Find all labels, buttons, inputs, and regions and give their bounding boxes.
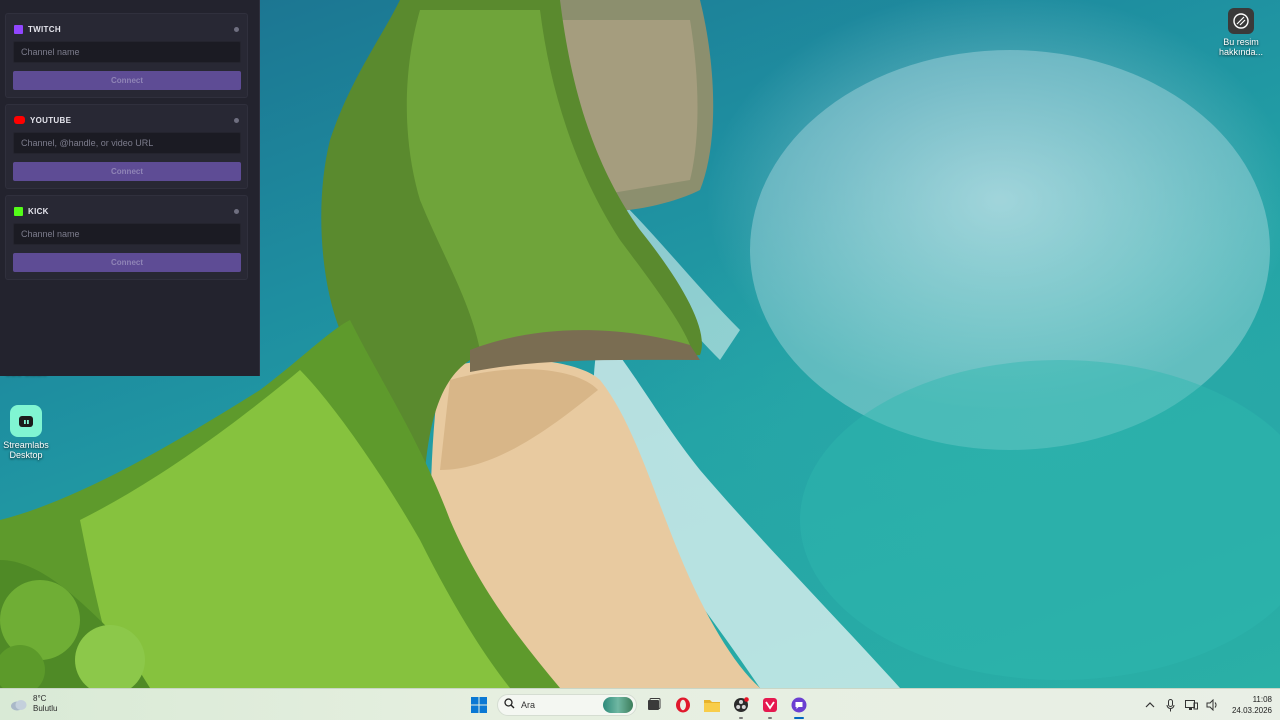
youtube-card: YOUTUBE Connect <box>5 104 248 189</box>
microphone-icon[interactable] <box>1163 697 1179 713</box>
twitch-title: TWITCH <box>28 24 61 34</box>
task-view-icon[interactable] <box>641 693 667 717</box>
clock-date: 24.03.2026 <box>1231 706 1272 715</box>
search-label: Ara <box>521 700 536 710</box>
taskbar-search[interactable]: Ara <box>497 694 637 716</box>
kick-card: KICK Connect <box>5 195 248 280</box>
search-highlight-image <box>603 697 633 713</box>
cloud-icon <box>10 698 28 711</box>
about-picture-icon <box>1228 8 1254 34</box>
youtube-channel-input[interactable] <box>13 132 241 154</box>
taskbar-apps: Ara <box>466 693 815 719</box>
app-purple-chat-icon[interactable] <box>786 693 812 719</box>
kick-title: KICK <box>28 206 49 216</box>
taskbar-clock[interactable]: 11:08 24.03.2026 <box>1232 694 1272 716</box>
youtube-status-dot <box>234 118 239 123</box>
system-tray: 11:08 24.03.2026 <box>1142 689 1280 720</box>
streamlabs-icon <box>10 405 42 437</box>
weather-temp: 8°C <box>33 694 47 703</box>
app-red-running-indicator <box>768 717 772 719</box>
network-icon[interactable] <box>1184 697 1200 713</box>
opera-icon[interactable] <box>670 693 696 717</box>
app-red-icon[interactable] <box>757 693 783 719</box>
search-icon <box>504 696 515 714</box>
file-explorer-icon[interactable] <box>699 693 725 717</box>
weather-condition: Bulutlu <box>33 704 58 713</box>
about-picture-label: Bu resim hakkında... <box>1218 37 1264 57</box>
kick-connect-button[interactable]: Connect <box>13 253 241 272</box>
clock-time: 11:08 <box>1252 695 1272 704</box>
twitch-card: TWITCH Connect <box>5 13 248 98</box>
twitch-icon <box>14 24 23 34</box>
windows-start-icon[interactable] <box>466 693 492 717</box>
chevron-up-icon[interactable] <box>1142 697 1158 713</box>
twitch-status-dot <box>234 27 239 32</box>
twitch-channel-input[interactable] <box>13 41 241 63</box>
chat-connect-panel: TWITCH Connect YOUTUBE Connect KICK Conn… <box>0 0 260 376</box>
desktop-icon-about-picture[interactable]: Bu resim hakkında... <box>1215 8 1267 57</box>
obs-icon[interactable] <box>728 693 754 719</box>
obs-running-indicator <box>739 717 743 719</box>
desktop-icon-streamlabs[interactable]: Streamlabs Desktop <box>0 405 52 460</box>
weather-widget[interactable]: 8°C Bulutlu <box>10 694 57 714</box>
streamlabs-label: Streamlabs Desktop <box>3 440 49 460</box>
taskbar: 8°C Bulutlu Ara 11:08 24.03.2026 <box>0 688 1280 720</box>
speaker-icon[interactable] <box>1205 697 1221 713</box>
app-purple-active-indicator <box>794 717 804 719</box>
youtube-connect-button[interactable]: Connect <box>13 162 241 181</box>
kick-icon <box>14 206 23 216</box>
youtube-title: YOUTUBE <box>30 115 72 125</box>
kick-status-dot <box>234 209 239 214</box>
kick-channel-input[interactable] <box>13 223 241 245</box>
twitch-connect-button[interactable]: Connect <box>13 71 241 90</box>
youtube-icon <box>14 116 25 124</box>
